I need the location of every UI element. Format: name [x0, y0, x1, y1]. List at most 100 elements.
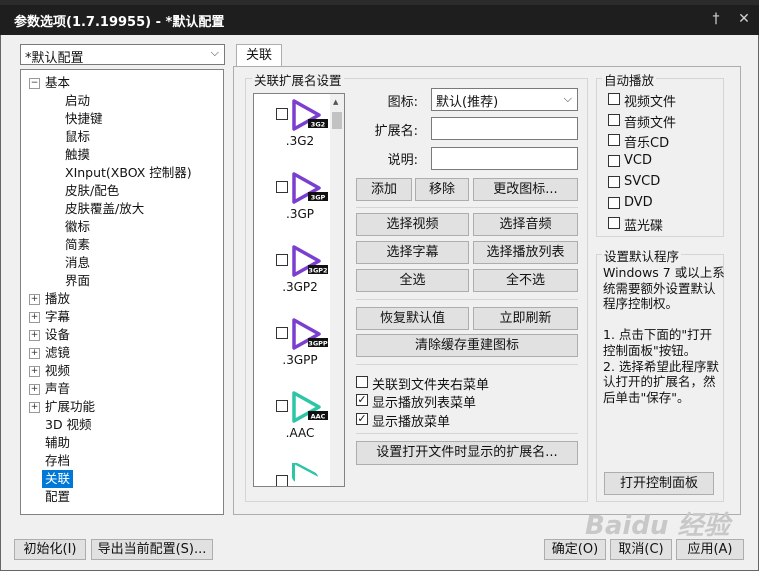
ok-button[interactable]: 确定(O) — [544, 539, 606, 560]
file-type-icon: AAC — [291, 390, 329, 424]
file-extension-label: .AAC — [285, 426, 315, 440]
tab-association[interactable]: 关联 — [236, 44, 282, 67]
scrollbar-thumb[interactable] — [332, 112, 342, 129]
refresh-now-button[interactable]: 立即刷新 — [473, 307, 578, 330]
clear-cache-button[interactable]: 清除缓存重建图标 — [356, 334, 578, 357]
tree-subitem[interactable]: 皮肤/配色 — [65, 182, 119, 200]
title-bar[interactable]: 参数选项(1.7.19955) - *默认配置 † ✕ — [0, 5, 759, 35]
tree-item[interactable]: 配置 — [45, 488, 70, 506]
autoplay-checkbox[interactable] — [608, 93, 620, 105]
tree-item[interactable]: 字幕 — [45, 308, 70, 326]
tree-item[interactable]: 声音 — [45, 380, 70, 398]
divider — [356, 364, 578, 365]
extension-field[interactable] — [431, 117, 578, 140]
open-control-panel-button[interactable]: 打开控制面板 — [604, 472, 714, 495]
settings-tree[interactable]: − 基本 启动 快捷键 鼠标 触摸 XInput(XBOX 控制器) 皮肤/配色 皮肤覆盖/放大… — [20, 69, 224, 515]
restore-defaults-button[interactable]: 恢复默认值 — [356, 307, 469, 330]
expand-icon[interactable]: + — [29, 294, 40, 305]
tree-item-basic[interactable]: 基本 — [45, 74, 70, 92]
tree-item[interactable]: 辅助 — [45, 434, 70, 452]
select-subtitle-button[interactable]: 选择字幕 — [356, 241, 469, 264]
autoplay-checkbox[interactable] — [608, 134, 620, 147]
autoplay-group-title: 自动播放 — [602, 70, 657, 89]
change-icon-button[interactable]: 更改图标... — [473, 178, 578, 201]
tree-subitem[interactable]: XInput(XBOX 控制器) — [65, 164, 192, 182]
divider — [356, 433, 578, 434]
file-type-checkbox[interactable] — [276, 108, 288, 120]
tree-subitem[interactable]: 消息 — [65, 254, 90, 272]
autoplay-checkbox[interactable] — [608, 196, 620, 209]
select-none-button[interactable]: 全不选 — [473, 269, 578, 292]
file-type-icon — [292, 463, 318, 486]
select-playlist-button[interactable]: 选择播放列表 — [473, 241, 578, 264]
expand-icon[interactable]: + — [29, 330, 40, 341]
tree-item[interactable]: 3D 视频 — [45, 416, 92, 434]
description-field[interactable] — [431, 147, 578, 170]
tree-subitem[interactable]: 启动 — [65, 92, 90, 110]
export-config-button[interactable]: 导出当前配置(S)... — [91, 539, 213, 560]
tree-subitem[interactable]: 徽标 — [65, 218, 90, 236]
cancel-button[interactable]: 取消(C) — [610, 539, 672, 560]
tree-item[interactable]: 扩展功能 — [45, 398, 95, 416]
icon-select[interactable]: 默认(推荐) ⌵ — [431, 88, 578, 111]
add-button[interactable]: 添加 — [356, 178, 412, 201]
autoplay-checkbox[interactable] — [608, 217, 620, 230]
autoplay-checkbox[interactable] — [608, 113, 620, 126]
file-type-checkbox[interactable] — [276, 254, 288, 266]
expand-icon[interactable]: + — [29, 384, 40, 395]
default-program-note-line: 控制面板"按钮。 — [603, 343, 697, 358]
autoplay-checkbox[interactable] — [608, 155, 620, 168]
list-scrollbar[interactable]: ▲ — [330, 94, 344, 486]
file-type-checkbox[interactable] — [276, 400, 288, 412]
tree-subitem[interactable]: 鼠标 — [65, 128, 90, 146]
profile-select-value: *默认配置 — [25, 51, 84, 66]
file-type-item[interactable] — [254, 463, 332, 486]
tree-item[interactable]: 设备 — [45, 326, 70, 344]
pin-icon[interactable]: † — [706, 9, 726, 29]
file-type-item[interactable]: 3GPP .3GPP — [254, 317, 332, 387]
icon-label: 图标: — [387, 95, 418, 110]
window-title: 参数选项(1.7.19955) - *默认配置 — [14, 15, 225, 30]
expand-icon[interactable]: + — [29, 312, 40, 323]
expand-icon[interactable]: + — [29, 402, 40, 413]
tree-item[interactable]: 滤镜 — [45, 344, 70, 362]
tree-subitem[interactable]: 皮肤覆盖/放大 — [65, 200, 144, 218]
file-type-item[interactable]: AAC .AAC — [254, 390, 332, 460]
tree-subitem[interactable]: 触摸 — [65, 146, 90, 164]
tree-item[interactable]: 视频 — [45, 362, 70, 380]
tree-subitem[interactable]: 简素 — [65, 236, 90, 254]
open-file-extensions-button[interactable]: 设置打开文件时显示的扩展名... — [356, 441, 578, 465]
folder-menu-checkbox[interactable] — [356, 376, 368, 388]
file-type-item[interactable]: 3GP2 .3GP2 — [254, 244, 332, 314]
tree-item[interactable]: 存档 — [45, 452, 70, 470]
file-type-item[interactable]: 3GP .3GP — [254, 171, 332, 241]
scroll-up-icon[interactable]: ▲ — [333, 98, 338, 106]
tree-subitem[interactable]: 界面 — [65, 272, 90, 290]
expand-icon[interactable]: + — [29, 366, 40, 377]
select-audio-button[interactable]: 选择音频 — [473, 213, 578, 236]
file-type-checkbox[interactable] — [276, 475, 288, 486]
select-video-button[interactable]: 选择视频 — [356, 213, 469, 236]
default-program-group-title: 设置默认程序 — [602, 246, 682, 265]
select-all-button[interactable]: 全选 — [356, 269, 469, 292]
tree-subitem[interactable]: 快捷键 — [65, 110, 103, 128]
play-menu-checkbox[interactable]: ✓ — [356, 413, 368, 425]
association-group-title: 关联扩展名设置 — [252, 70, 344, 89]
tree-item-association[interactable]: 关联 — [42, 470, 74, 488]
profile-select[interactable]: *默认配置 ⌵ — [20, 44, 225, 66]
initialize-button[interactable]: 初始化(I) — [14, 539, 86, 560]
expand-icon[interactable]: + — [29, 348, 40, 359]
file-type-checkbox[interactable] — [276, 181, 288, 193]
tree-item[interactable]: 播放 — [45, 290, 70, 308]
extension-icon-list[interactable]: ▲ 3G2 .3G2 3GP .3GP 3GP2 .3GP2 3GPP .3GPP AAC .AA… — [253, 93, 345, 487]
autoplay-label: 音频文件 — [624, 115, 677, 131]
autoplay-label: VCD — [624, 153, 652, 169]
collapse-icon[interactable]: − — [29, 78, 40, 89]
autoplay-checkbox[interactable] — [608, 175, 620, 188]
playlist-menu-checkbox[interactable]: ✓ — [356, 394, 368, 406]
close-icon[interactable]: ✕ — [734, 9, 754, 29]
remove-button[interactable]: 移除 — [415, 178, 469, 201]
apply-button[interactable]: 应用(A) — [676, 539, 744, 560]
file-type-checkbox[interactable] — [276, 327, 288, 339]
file-type-item[interactable]: 3G2 .3G2 — [254, 98, 332, 168]
